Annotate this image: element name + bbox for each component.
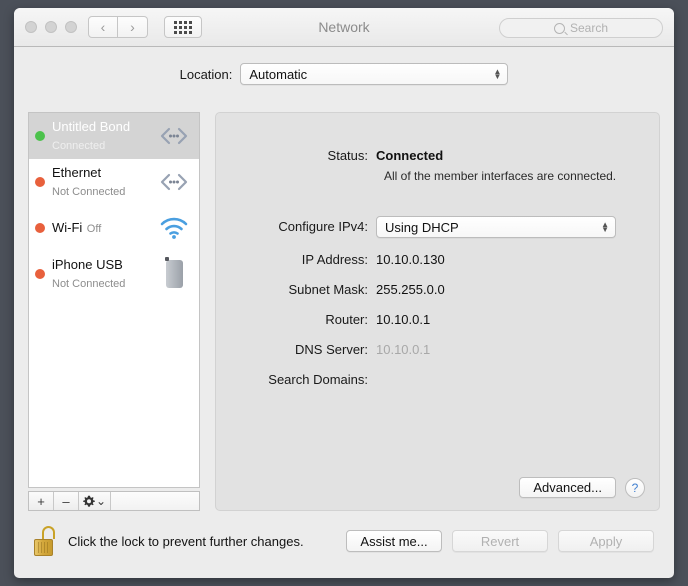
service-detail-pane: Status: Connected All of the member inte… — [215, 112, 660, 511]
ip-address-value: 10.10.0.130 — [376, 252, 445, 267]
service-info: Wi-Fi Off — [52, 219, 157, 237]
service-info: Untitled Bond Connected — [52, 118, 157, 154]
help-button[interactable]: ? — [625, 477, 645, 498]
service-name: Wi-Fi — [52, 220, 83, 235]
content-area: Untitled Bond Connected Ethernet Not Con… — [14, 100, 674, 578]
dns-server-value[interactable]: 10.10.0.1 — [376, 339, 430, 361]
wifi-icon — [157, 213, 191, 243]
location-popup-button[interactable]: Automatic ▲ ▼ — [240, 63, 509, 85]
status-detail-text: All of the member interfaces are connect… — [384, 169, 617, 183]
subnet-mask-label: Subnet Mask: — [288, 282, 369, 297]
configure-ipv4-field: Configure IPv4: Using DHCP ▲ ▼ — [216, 216, 616, 238]
search-domains-label: Search Domains: — [268, 372, 368, 387]
status-label: Status: — [327, 148, 368, 163]
service-status: Connected — [52, 140, 106, 152]
search-placeholder: Search — [569, 21, 609, 35]
dns-server-label: DNS Server: — [295, 342, 368, 357]
network-services-list[interactable]: Untitled Bond Connected Ethernet Not Con… — [28, 112, 200, 488]
search-icon — [553, 22, 565, 34]
location-row: Location: Automatic ▲ ▼ — [14, 63, 674, 85]
padlock-body — [34, 539, 53, 556]
toolbar-filler — [111, 492, 199, 510]
stepper-arrows-icon: ▲ ▼ — [493, 67, 502, 81]
remove-service-button[interactable]: – — [54, 492, 79, 510]
subnet-mask-value: 255.255.0.0 — [376, 282, 445, 297]
router-value: 10.10.0.1 — [376, 312, 431, 327]
advanced-button[interactable]: Advanced... — [519, 477, 616, 498]
service-info: iPhone USB Not Connected — [52, 256, 157, 292]
iphone-body — [165, 260, 183, 288]
service-name: Untitled Bond — [52, 119, 131, 134]
footer-buttons: Assist me... Revert Apply — [346, 530, 654, 552]
lock-group: Click the lock to prevent further change… — [34, 526, 304, 556]
status-dot-red — [35, 269, 45, 279]
configure-ipv4-value: Using DHCP — [385, 219, 459, 235]
padlock-shackle — [42, 526, 55, 539]
search-input[interactable]: Search — [499, 18, 663, 38]
unlocked-padlock-icon[interactable] — [34, 526, 56, 556]
status-value: Connected — [376, 148, 444, 163]
location-label: Location: — [179, 66, 233, 82]
ip-address-field: IP Address: 10.10.0.130 — [216, 249, 445, 271]
search-domains-field: Search Domains: — [216, 369, 376, 391]
service-status: Not Connected — [52, 278, 126, 290]
status-dot-red — [35, 223, 45, 233]
assist-me-button[interactable]: Assist me... — [346, 530, 442, 552]
window-footer: Click the lock to prevent further change… — [14, 516, 674, 578]
service-status: Off — [86, 223, 102, 235]
network-preferences-window: ‹ › Network Search Location: Automatic ▲… — [14, 8, 674, 578]
service-row-untitled-bond[interactable]: Untitled Bond Connected — [29, 113, 199, 159]
revert-button: Revert — [452, 530, 548, 552]
router-label: Router: — [325, 312, 368, 327]
location-value: Automatic — [249, 66, 308, 82]
stepper-arrows-icon: ▲ ▼ — [601, 220, 609, 234]
service-row-wifi[interactable]: Wi-Fi Off — [29, 205, 199, 251]
minus-icon: – — [62, 493, 70, 509]
advanced-row: Advanced... ? — [519, 477, 645, 498]
window-titlebar: ‹ › Network Search — [14, 8, 674, 47]
service-row-ethernet[interactable]: Ethernet Not Connected — [29, 159, 199, 205]
ip-address-label: IP Address: — [301, 252, 368, 267]
apply-button: Apply — [558, 530, 654, 552]
services-toolbar: + – ⌄ — [28, 491, 200, 511]
service-name: Ethernet — [52, 165, 102, 180]
ethernet-bond-icon — [157, 121, 191, 151]
configure-ipv4-popup-button[interactable]: Using DHCP ▲ ▼ — [376, 216, 616, 238]
configure-ipv4-label: Configure IPv4: — [278, 219, 368, 234]
status-field: Status: Connected — [216, 145, 444, 167]
status-dot-green — [35, 131, 45, 141]
service-status: Not Connected — [52, 186, 126, 198]
service-actions-button[interactable]: ⌄ — [79, 492, 111, 510]
plus-icon: + — [37, 493, 45, 509]
subnet-mask-field: Subnet Mask: 255.255.0.0 — [216, 279, 445, 301]
service-row-iphone-usb[interactable]: iPhone USB Not Connected — [29, 251, 199, 297]
network-services-sidebar: Untitled Bond Connected Ethernet Not Con… — [28, 112, 200, 511]
router-field: Router: 10.10.0.1 — [216, 309, 430, 331]
service-name: iPhone USB — [52, 257, 123, 272]
ethernet-icon — [157, 167, 191, 197]
lock-hint-text: Click the lock to prevent further change… — [68, 533, 304, 549]
add-service-button[interactable]: + — [29, 492, 54, 510]
status-dot-red — [35, 177, 45, 187]
chevron-down-icon: ⌄ — [95, 494, 107, 508]
dns-server-field: DNS Server: 10.10.0.1 — [216, 339, 430, 361]
gear-icon — [83, 495, 95, 507]
service-info: Ethernet Not Connected — [52, 164, 157, 200]
iphone-icon — [157, 259, 191, 289]
